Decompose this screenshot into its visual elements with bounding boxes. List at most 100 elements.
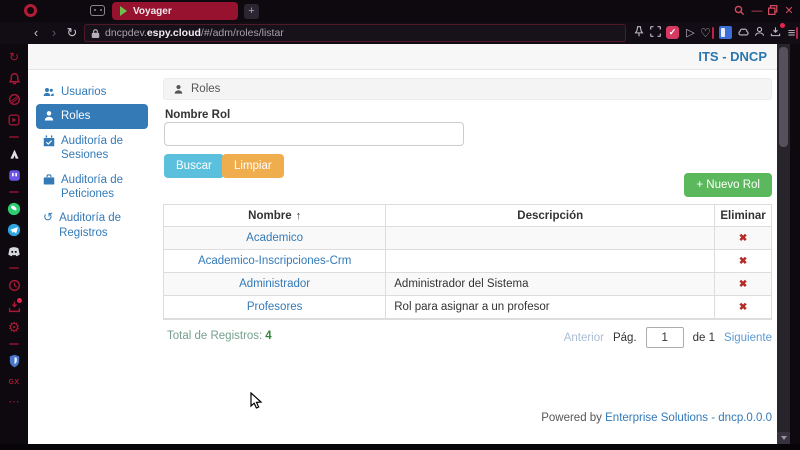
extension-shield-icon[interactable] [6,353,22,369]
page-of-label: de 1 [692,331,716,344]
enterprise-solutions-link[interactable]: Enterprise Solutions - dncp.0.0.0 [605,412,772,424]
sidebar-item-label: Auditoría de Registros [59,212,122,239]
nuevo-rol-label: Nuevo Rol [706,179,760,191]
video-popout-icon[interactable]: ▷ [683,26,698,41]
toolbar-separator-right [796,27,798,39]
tab-title: Voyager [133,5,172,17]
nombre-rol-input[interactable] [164,122,464,146]
pagination: Anterior Pág. de 1 Siguiente [564,327,772,348]
delete-role-icon[interactable]: ✖ [739,256,747,267]
sidebar-item-label: Auditoría de Peticiones [61,173,124,200]
main-content: Roles Nombre Rol Buscar Limpiar + Nuevo … [163,78,772,438]
delete-role-icon[interactable]: ✖ [739,233,747,244]
settings-gear-icon[interactable]: ⚙ [6,319,22,335]
url-text: dncpdev.espy.cloud/#/adm/roles/listar [105,27,284,39]
sidebar-panel-icon[interactable] [719,26,732,39]
delete-role-icon[interactable]: ✖ [739,279,747,290]
aria-extension-icon[interactable] [736,26,751,41]
sidebar-item-label: Roles [61,110,91,123]
adblocker-badge-icon[interactable]: ✓ [666,26,679,39]
table-row: Administrador Administrador del Sistema … [164,273,771,296]
strip-overflow-dots-icon[interactable]: ⋯ [6,393,22,409]
search-icon[interactable] [731,3,747,19]
close-button[interactable]: ✕ [781,3,797,19]
page-label: Pág. [612,331,637,344]
powered-by-text: Powered by [541,412,606,424]
sidebar-item-auditoria-registros[interactable]: ↺ Auditoría de Registros [36,206,148,245]
role-link[interactable]: Academico-Inscripciones-Crm [198,255,351,267]
pin-icon[interactable] [631,26,646,41]
calendar-icon [43,135,55,146]
snapshot-icon[interactable] [648,26,663,41]
sidebar-item-label: Usuarios [61,86,107,98]
telegram-icon[interactable] [6,222,22,238]
role-description: Administrador del Sistema [385,273,714,295]
speed-dial-icon[interactable]: ↻ [6,49,22,65]
workspace-icon[interactable] [90,5,105,16]
chrome-bottom-edge [0,444,800,450]
nuevo-rol-button[interactable]: + Nuevo Rol [684,173,772,197]
page-scrollbar[interactable] [777,44,790,444]
gx-sidebar-strip: ↻ ⚙ GX ⋯ [0,44,28,444]
role-user-icon [44,111,54,121]
column-header-nombre[interactable]: Nombre ↑ [164,205,385,226]
my-flow-heart-icon[interactable]: ♡ [698,26,713,41]
discord-icon[interactable] [6,243,22,259]
panel-header: Roles [163,78,772,100]
restore-button[interactable] [765,3,781,19]
table-row: Academico-Inscripciones-Crm ✖ [164,250,771,273]
anterior-link[interactable]: Anterior [564,332,604,344]
limpiar-button[interactable]: Limpiar [222,154,284,178]
browser-toolbar: ‹ › ↻ dncpdev.espy.cloud/#/adm/roles/lis… [0,22,800,44]
buscar-button[interactable]: Buscar [164,154,224,178]
opera-gx-logo-icon[interactable] [24,4,37,17]
role-link[interactable]: Profesores [247,301,303,313]
sidebar-item-auditoria-peticiones[interactable]: Auditoría de Peticiones [36,168,148,207]
panel-title: Roles [191,83,221,95]
app-brand: ITS - DNCP [698,49,767,64]
column-header-descripcion[interactable]: Descripción [385,205,714,226]
sort-asc-icon: ↑ [295,209,302,222]
history-icon[interactable] [6,277,22,293]
profile-icon[interactable] [752,26,767,41]
sidebar-item-label: Auditoría de Sesiones [61,134,124,162]
column-header-eliminar: Eliminar [714,205,771,226]
page-number-input[interactable] [645,327,684,348]
twitch-icon[interactable] [6,167,22,183]
gx-corner-icon[interactable] [6,146,22,162]
gx-cleaner-icon[interactable] [6,91,22,107]
scrollbar-down-button[interactable] [777,432,790,444]
role-link[interactable]: Administrador [239,278,310,290]
sidebar-item-roles[interactable]: Roles [36,104,148,129]
address-bar[interactable]: dncpdev.espy.cloud/#/adm/roles/listar [84,24,626,42]
notifications-bell-icon[interactable] [6,70,22,86]
back-button[interactable]: ‹ [28,24,44,42]
chrome-right-edge [790,44,800,444]
sidebar-item-auditoria-sesiones[interactable]: Auditoría de Sesiones [36,129,148,168]
browser-tab[interactable]: Voyager [112,2,238,20]
scrollbar-thumb[interactable] [779,47,788,147]
role-description: Rol para asignar a un profesor [385,296,714,318]
player-icon[interactable] [6,112,22,128]
minimize-button[interactable]: — [749,3,765,19]
forward-button[interactable]: › [46,24,62,42]
downloads-icon[interactable] [768,23,785,41]
total-count: 4 [265,330,272,342]
strip-divider [9,136,19,138]
users-icon [43,88,54,96]
downloads-strip-icon[interactable] [6,298,22,314]
gx-store-icon[interactable]: GX [6,374,22,390]
panel-user-icon [174,84,183,94]
strip-divider [9,267,19,269]
role-link[interactable]: Academico [246,232,303,244]
plus-icon: + [696,179,704,191]
sidebar-item-usuarios[interactable]: Usuarios [36,80,148,104]
mouse-cursor [250,391,263,416]
strip-divider [9,343,19,345]
toolbar-separator [712,27,714,39]
siguiente-link[interactable]: Siguiente [724,332,772,344]
whatsapp-icon[interactable] [6,201,22,217]
new-tab-button[interactable]: + [244,4,259,19]
reload-button[interactable]: ↻ [64,24,80,42]
delete-role-icon[interactable]: ✖ [739,302,747,313]
